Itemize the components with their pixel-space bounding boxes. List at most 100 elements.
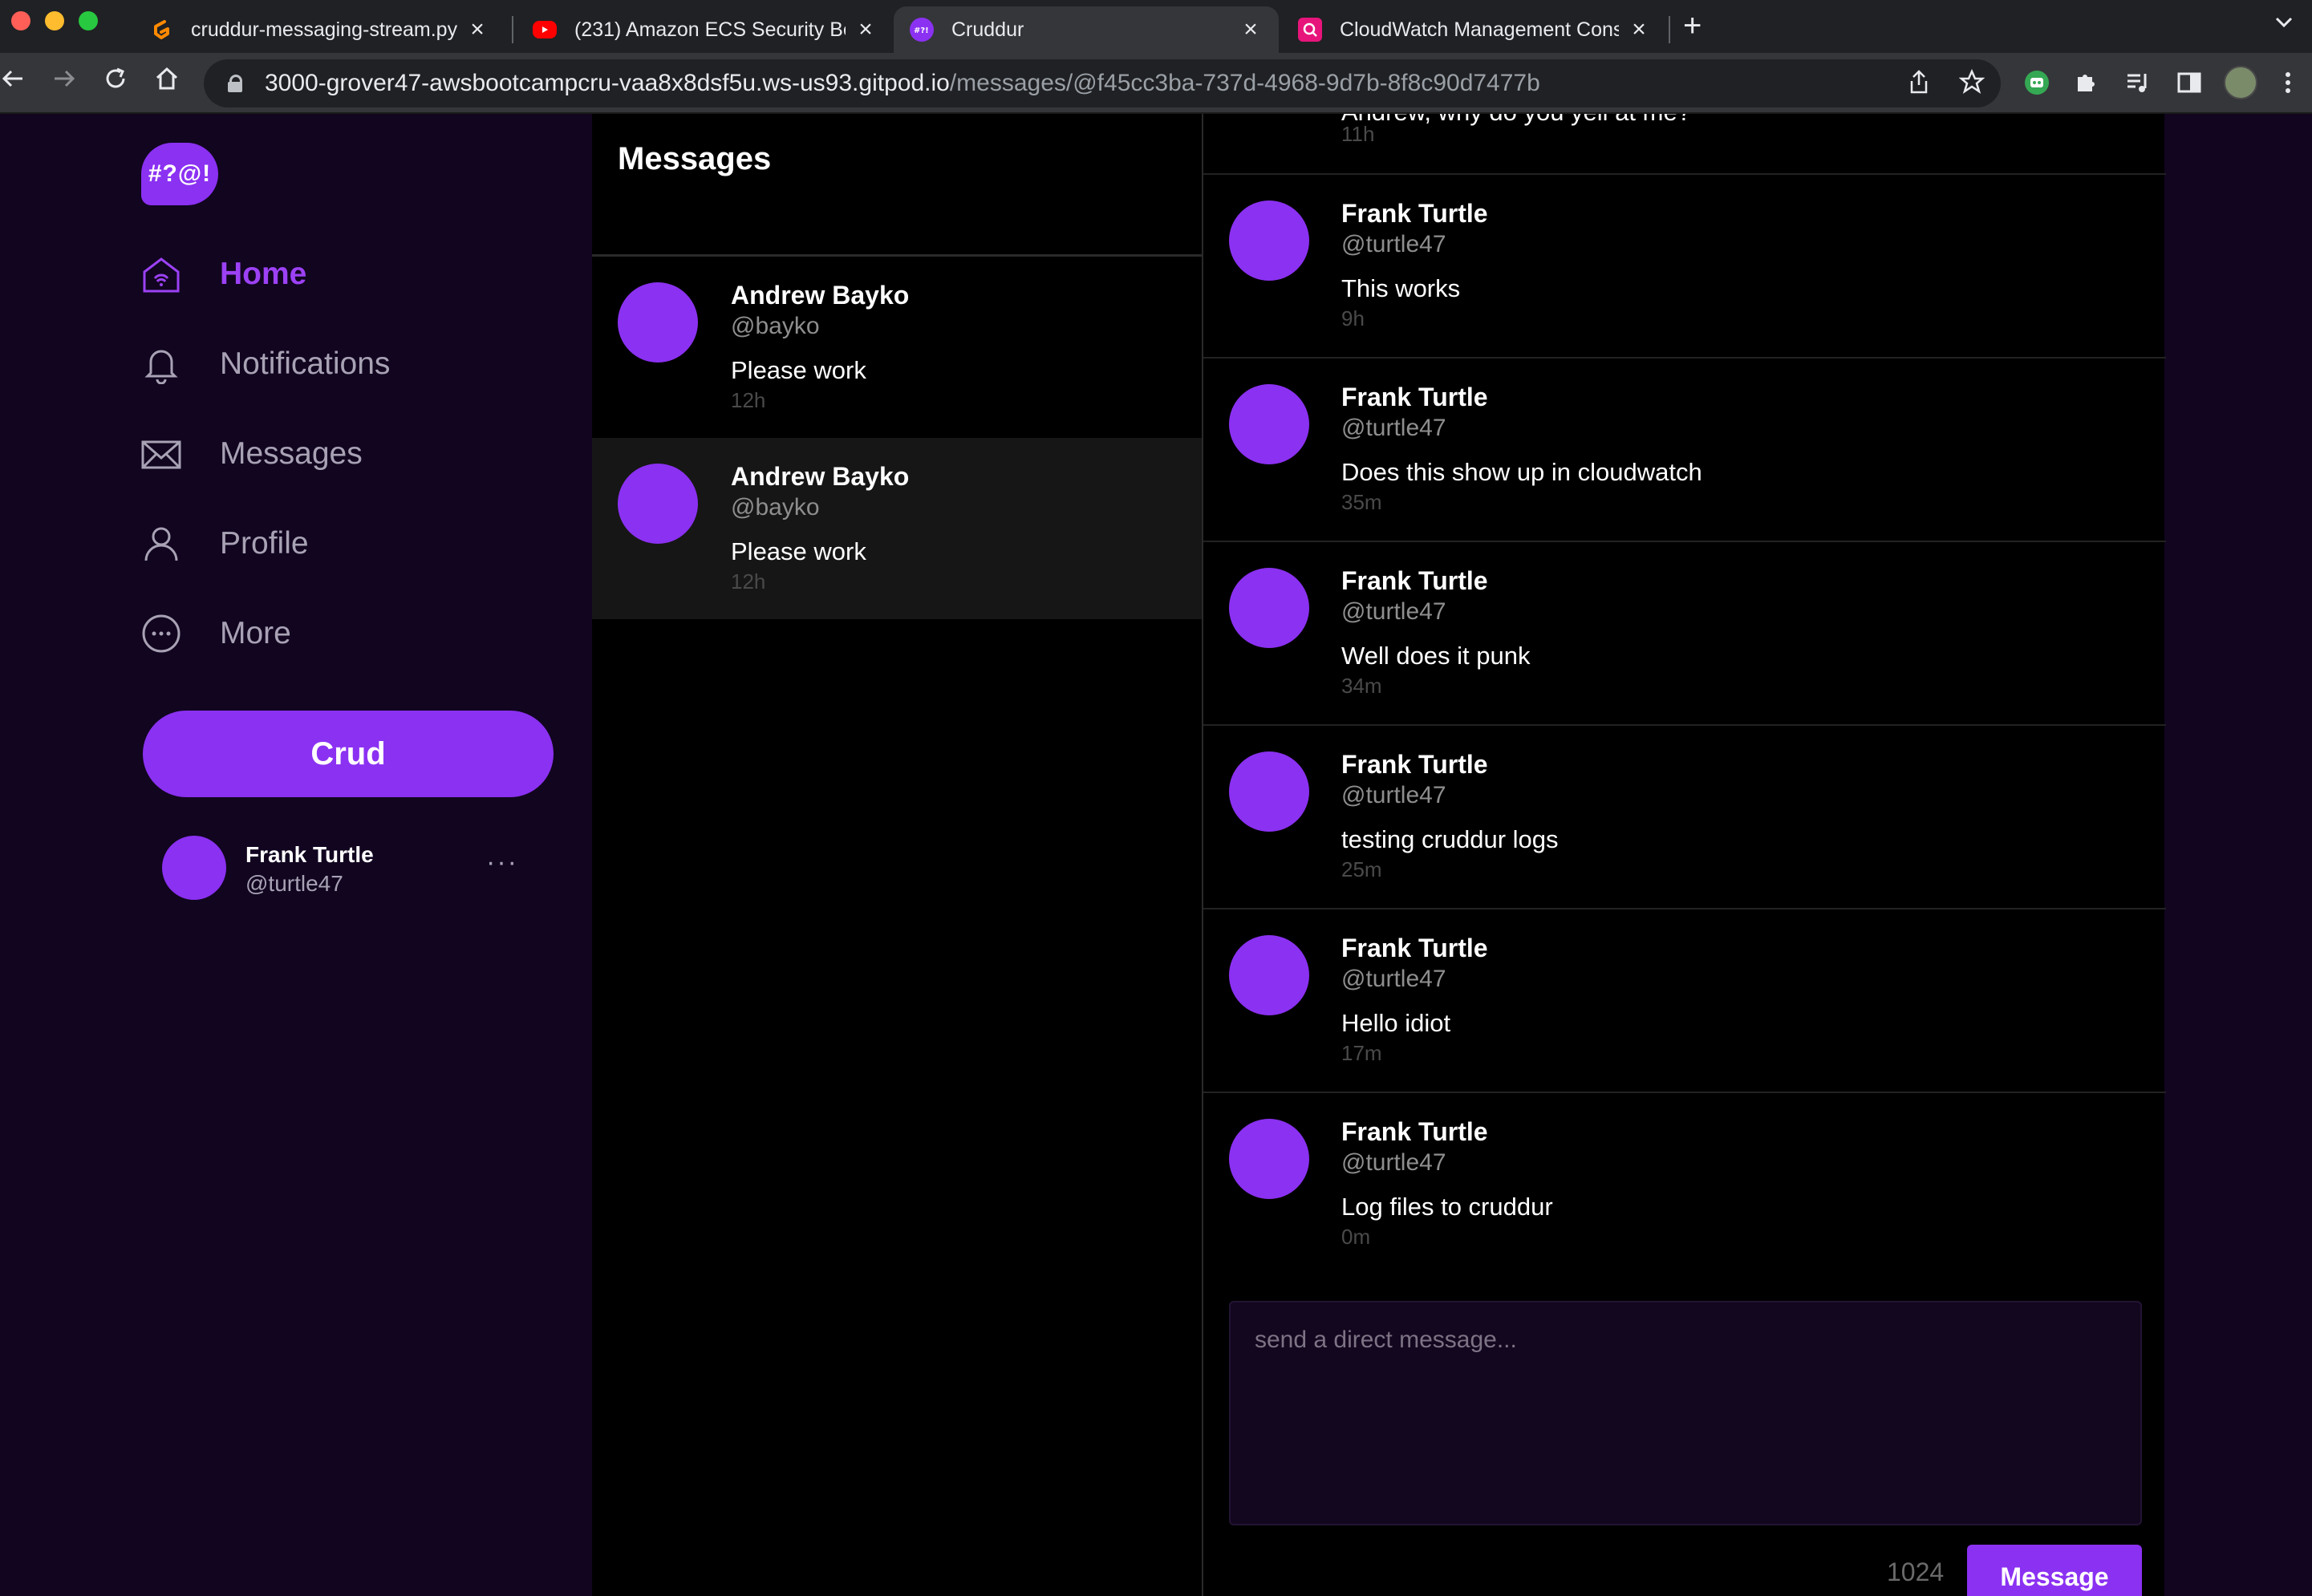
cloudwatch-icon <box>1298 18 1322 42</box>
avatar <box>1229 751 1309 832</box>
address-bar[interactable]: 3000-grover47-awsbootcampcru-vaa8x8dsf5u… <box>204 59 2001 107</box>
extensions-puzzle-icon[interactable] <box>2073 69 2100 103</box>
avatar <box>618 282 698 363</box>
user-more-icon[interactable]: ··· <box>486 847 518 878</box>
profile-avatar[interactable] <box>2224 66 2257 99</box>
logo-text: #?@! <box>148 160 212 187</box>
youtube-icon <box>533 21 557 38</box>
send-message-button[interactable]: Message <box>1967 1545 2142 1596</box>
browser-tabbar: cruddur-messaging-stream.py × (231) Amaz… <box>0 0 2312 53</box>
message-handle: @turtle47 <box>1341 966 1446 992</box>
group-name: Andrew Bayko <box>731 281 910 310</box>
lock-icon <box>228 75 242 92</box>
message-handle: @turtle47 <box>1341 782 1446 808</box>
message-time: 17m <box>1341 1041 1382 1065</box>
message-author: Frank Turtle <box>1341 383 1488 411</box>
message-author: Frank Turtle <box>1341 750 1488 779</box>
window-close-button[interactable] <box>11 11 30 30</box>
message-handle: @turtle47 <box>1341 415 1446 441</box>
sidebar-item-label: Notifications <box>220 346 391 381</box>
more-circle-icon <box>141 614 181 654</box>
message-time: 35m <box>1341 490 1382 514</box>
sidebar-item-profile[interactable]: Profile <box>141 520 309 568</box>
sidebar-item-label: More <box>220 616 291 650</box>
group-last-message: Please work <box>731 537 866 565</box>
message-text: Does this show up in cloudwatch <box>1341 458 1702 486</box>
window-minimize-button[interactable] <box>45 11 64 30</box>
message-group-item[interactable]: Andrew Bayko @bayko Please work 12h <box>592 438 1202 619</box>
tab-title: cruddur-messaging-stream.py <box>191 18 457 41</box>
avatar <box>1229 1119 1309 1199</box>
conversation-panel: Andrew, why do you yell at me? 11h Frank… <box>1202 114 2166 1596</box>
message-time: 34m <box>1341 674 1382 698</box>
message-text: This works <box>1341 274 1461 302</box>
sidebar-item-home[interactable]: Home <box>141 250 306 298</box>
bookmark-star-icon[interactable] <box>1958 68 1985 101</box>
side-panel-icon[interactable] <box>2176 69 2203 103</box>
group-handle: @bayko <box>731 313 820 339</box>
direct-message-input[interactable] <box>1229 1301 2142 1525</box>
browser-tab-cruddur[interactable]: #?! Cruddur × <box>894 6 1279 53</box>
browser-menu-icon[interactable] <box>2283 69 2293 103</box>
home-browser-icon[interactable] <box>152 64 181 100</box>
message-item: Frank Turtle @turtle47 Log files to crud… <box>1203 1093 2166 1277</box>
back-arrow-icon[interactable] <box>0 64 29 100</box>
message-handle: @turtle47 <box>1341 1149 1446 1176</box>
tab-close-icon[interactable]: × <box>854 16 878 43</box>
message-item: Andrew, why do you yell at me? 11h <box>1203 114 2166 175</box>
sidebar-item-notifications[interactable]: Notifications <box>141 340 390 388</box>
avatar <box>162 836 226 900</box>
tab-search-chevron-icon[interactable] <box>2272 10 2296 40</box>
user-icon <box>141 524 181 564</box>
url-path: /messages/@f45cc3ba-737d-4968-9d7b-8f8c9… <box>949 70 1540 96</box>
new-tab-plus-icon[interactable]: + <box>1683 8 1702 44</box>
browser-tab-cloudwatch[interactable]: CloudWatch Management Cons × <box>1282 6 1667 53</box>
message-text: Log files to cruddur <box>1341 1193 1553 1221</box>
group-time: 12h <box>731 388 766 412</box>
avatar <box>1229 384 1309 464</box>
sidebar-item-more[interactable]: More <box>141 610 291 658</box>
tab-title: (231) Amazon ECS Security Be <box>574 18 846 41</box>
forward-arrow-icon[interactable] <box>50 64 79 100</box>
extension-robot-icon[interactable] <box>2023 69 2050 103</box>
message-item: Frank Turtle @turtle47 This works 9h <box>1203 175 2166 358</box>
crud-button[interactable]: Crud <box>143 711 554 797</box>
page-title: Messages <box>618 141 772 176</box>
cruddur-app: #?@! Home Notifications Messages Profile <box>0 114 2312 1596</box>
url-host: 3000-grover47-awsbootcampcru-vaa8x8dsf5u… <box>265 70 950 96</box>
message-time: 0m <box>1341 1225 1371 1249</box>
window-zoom-button[interactable] <box>79 11 98 30</box>
browser-toolbar: 3000-grover47-awsbootcampcru-vaa8x8dsf5u… <box>0 53 2312 114</box>
tab-close-icon[interactable]: × <box>1239 16 1263 43</box>
avatar <box>1229 568 1309 648</box>
message-author: Frank Turtle <box>1341 566 1488 595</box>
browser-tab-gitpod[interactable]: cruddur-messaging-stream.py × <box>133 6 505 53</box>
message-author: Frank Turtle <box>1341 934 1488 962</box>
message-item: Frank Turtle @turtle47 Hello idiot 17m <box>1203 909 2166 1093</box>
sidebar-item-label: Messages <box>220 436 363 471</box>
char-count: 1024 <box>1887 1558 1945 1586</box>
group-time: 12h <box>731 569 766 593</box>
home-icon <box>141 254 181 294</box>
message-group-item[interactable]: Andrew Bayko @bayko Please work 12h <box>592 257 1202 438</box>
current-user-profile[interactable]: Frank Turtle @turtle47 ··· <box>162 836 547 903</box>
envelope-icon <box>141 434 181 474</box>
message-time: 25m <box>1341 857 1382 881</box>
message-groups-panel: Messages Andrew Bayko @bayko Please work… <box>592 114 1202 1596</box>
sidebar-item-messages[interactable]: Messages <box>141 430 363 478</box>
tab-close-icon[interactable]: × <box>1627 16 1651 43</box>
sidebar: #?@! Home Notifications Messages Profile <box>0 114 592 1596</box>
media-queue-icon[interactable] <box>2124 69 2152 103</box>
tab-close-icon[interactable]: × <box>465 16 489 43</box>
avatar <box>1229 935 1309 1015</box>
message-item: Frank Turtle @turtle47 testing cruddur l… <box>1203 726 2166 909</box>
share-icon[interactable] <box>1908 69 1930 101</box>
tab-title: CloudWatch Management Cons <box>1340 18 1619 41</box>
reload-icon[interactable] <box>101 64 130 100</box>
browser-tab-youtube[interactable]: (231) Amazon ECS Security Be × <box>517 6 894 53</box>
sidebar-item-label: Home <box>220 257 307 291</box>
tab-title: Cruddur <box>951 18 1024 41</box>
cruddur-icon: #?! <box>910 18 934 42</box>
cruddur-logo[interactable]: #?@! <box>141 143 218 205</box>
message-text: Well does it punk <box>1341 642 1531 670</box>
